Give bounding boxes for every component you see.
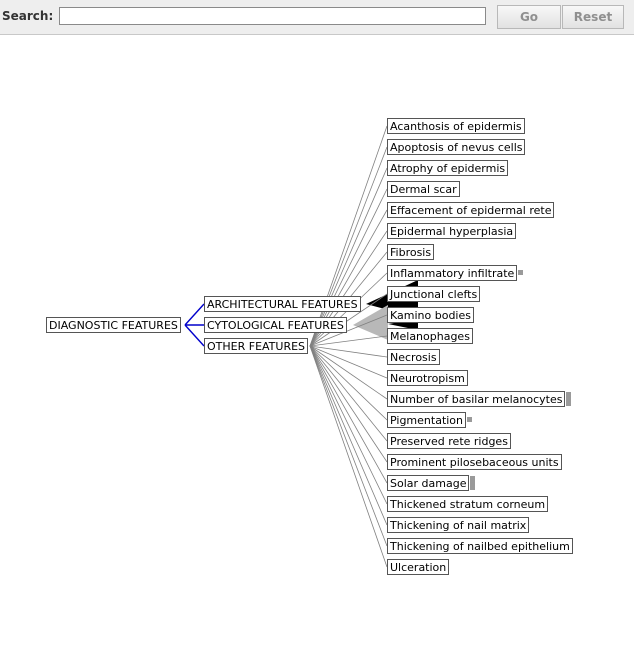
- link-other-leaf: [309, 345, 388, 442]
- search-label: Search:: [2, 9, 54, 23]
- link-other-leaf: [309, 345, 388, 505]
- node-diagnostic-features[interactable]: DIAGNOSTIC FEATURES: [46, 317, 181, 333]
- link-other-leaf: [309, 345, 388, 463]
- leaf-node[interactable]: Junctional clefts: [387, 286, 481, 302]
- leaf-node[interactable]: Necrosis: [387, 349, 440, 365]
- link-root-architectural: [184, 303, 205, 326]
- link-other-leaf: [309, 345, 388, 568]
- expand-marker-icon[interactable]: [518, 270, 524, 275]
- expand-marker-icon[interactable]: [470, 476, 476, 490]
- leaf-node[interactable]: Acanthosis of epidermis: [387, 118, 525, 134]
- leaf-node[interactable]: Epidermal hyperplasia: [387, 223, 517, 239]
- leaf-node[interactable]: Dermal scar: [387, 181, 460, 197]
- link-other-leaf: [309, 345, 388, 484]
- go-button[interactable]: Go: [497, 5, 561, 29]
- tree-view[interactable]: DIAGNOSTIC FEATURES ARCHITECTURAL FEATUR…: [0, 35, 634, 656]
- node-architectural-features[interactable]: ARCHITECTURAL FEATURES: [204, 296, 361, 312]
- search-input[interactable]: [59, 7, 486, 25]
- leaf-node[interactable]: Thickening of nail matrix: [387, 517, 530, 533]
- leaf-node[interactable]: Prominent pilosebaceous units: [387, 454, 562, 470]
- leaf-node[interactable]: Number of basilar melanocytes: [387, 391, 566, 407]
- leaf-node[interactable]: Inflammatory infiltrate: [387, 265, 518, 281]
- leaf-node[interactable]: Fibrosis: [387, 244, 435, 260]
- toolbar: Search: Go Reset: [0, 0, 634, 35]
- leaf-node[interactable]: Ulceration: [387, 559, 450, 575]
- link-other-leaf: [309, 345, 388, 421]
- reset-button[interactable]: Reset: [562, 5, 624, 29]
- leaf-node[interactable]: Effacement of epidermal rete: [387, 202, 555, 218]
- leaf-node[interactable]: Solar damage: [387, 475, 470, 491]
- leaf-node[interactable]: Pigmentation: [387, 412, 467, 428]
- link-other-leaf: [309, 345, 388, 358]
- node-cytological-features[interactable]: CYTOLOGICAL FEATURES: [204, 317, 347, 333]
- leaf-node[interactable]: Thickened stratum corneum: [387, 496, 549, 512]
- node-other-features[interactable]: OTHER FEATURES: [204, 338, 309, 354]
- link-other-leaf: [309, 345, 388, 547]
- leaf-node[interactable]: Neurotropism: [387, 370, 468, 386]
- leaf-node[interactable]: Kamino bodies: [387, 307, 474, 323]
- leaf-node[interactable]: Apoptosis of nevus cells: [387, 139, 526, 155]
- leaf-node[interactable]: Preserved rete ridges: [387, 433, 511, 449]
- tree-links: [184, 125, 418, 568]
- expand-marker-icon[interactable]: [467, 417, 473, 422]
- link-root-other: [184, 324, 205, 347]
- leaf-node[interactable]: Thickening of nailbed epithelium: [387, 538, 573, 554]
- leaf-node[interactable]: Atrophy of epidermis: [387, 160, 509, 176]
- expand-marker-icon[interactable]: [566, 392, 572, 406]
- leaf-node[interactable]: Melanophages: [387, 328, 473, 344]
